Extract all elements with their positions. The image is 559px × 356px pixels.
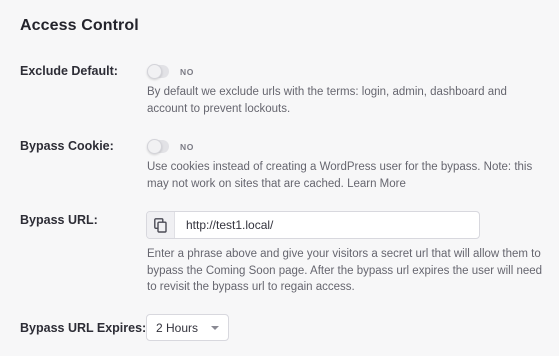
bypass-url-expires-label: Bypass URL Expires: <box>20 321 147 335</box>
bypass-url-field[interactable]: http://test1.local/ <box>146 211 480 239</box>
access-control-panel: Access Control Exclude Default: NO By de… <box>0 0 559 356</box>
bypass-cookie-help: Use cookies instead of creating a WordPr… <box>147 161 533 190</box>
chevron-down-icon <box>211 325 219 330</box>
bypass-cookie-toggle[interactable] <box>147 139 169 154</box>
bypass-url-expires-select[interactable]: 2 Hours <box>146 314 229 341</box>
exclude-default-label: Exclude Default: <box>20 64 118 78</box>
bypass-url-help: Enter a phrase above and give your visit… <box>147 248 543 293</box>
exclude-default-toggle[interactable] <box>147 64 169 79</box>
bypass-url-input[interactable]: http://test1.local/ <box>175 218 273 232</box>
exclude-default-help: By default we exclude urls with the term… <box>147 86 507 115</box>
toggle-knob <box>147 139 162 154</box>
exclude-default-toggle-state: NO <box>180 67 194 77</box>
bypass-url-label: Bypass URL: <box>20 213 98 227</box>
bypass-cookie-toggle-state: NO <box>180 142 194 152</box>
section-title: Access Control <box>20 17 139 34</box>
selected-value: 2 Hours <box>156 320 199 335</box>
bypass-cookie-label: Bypass Cookie: <box>20 139 114 153</box>
toggle-knob <box>147 64 162 79</box>
copy-url-button[interactable] <box>147 212 175 238</box>
copy-icon <box>154 217 167 233</box>
